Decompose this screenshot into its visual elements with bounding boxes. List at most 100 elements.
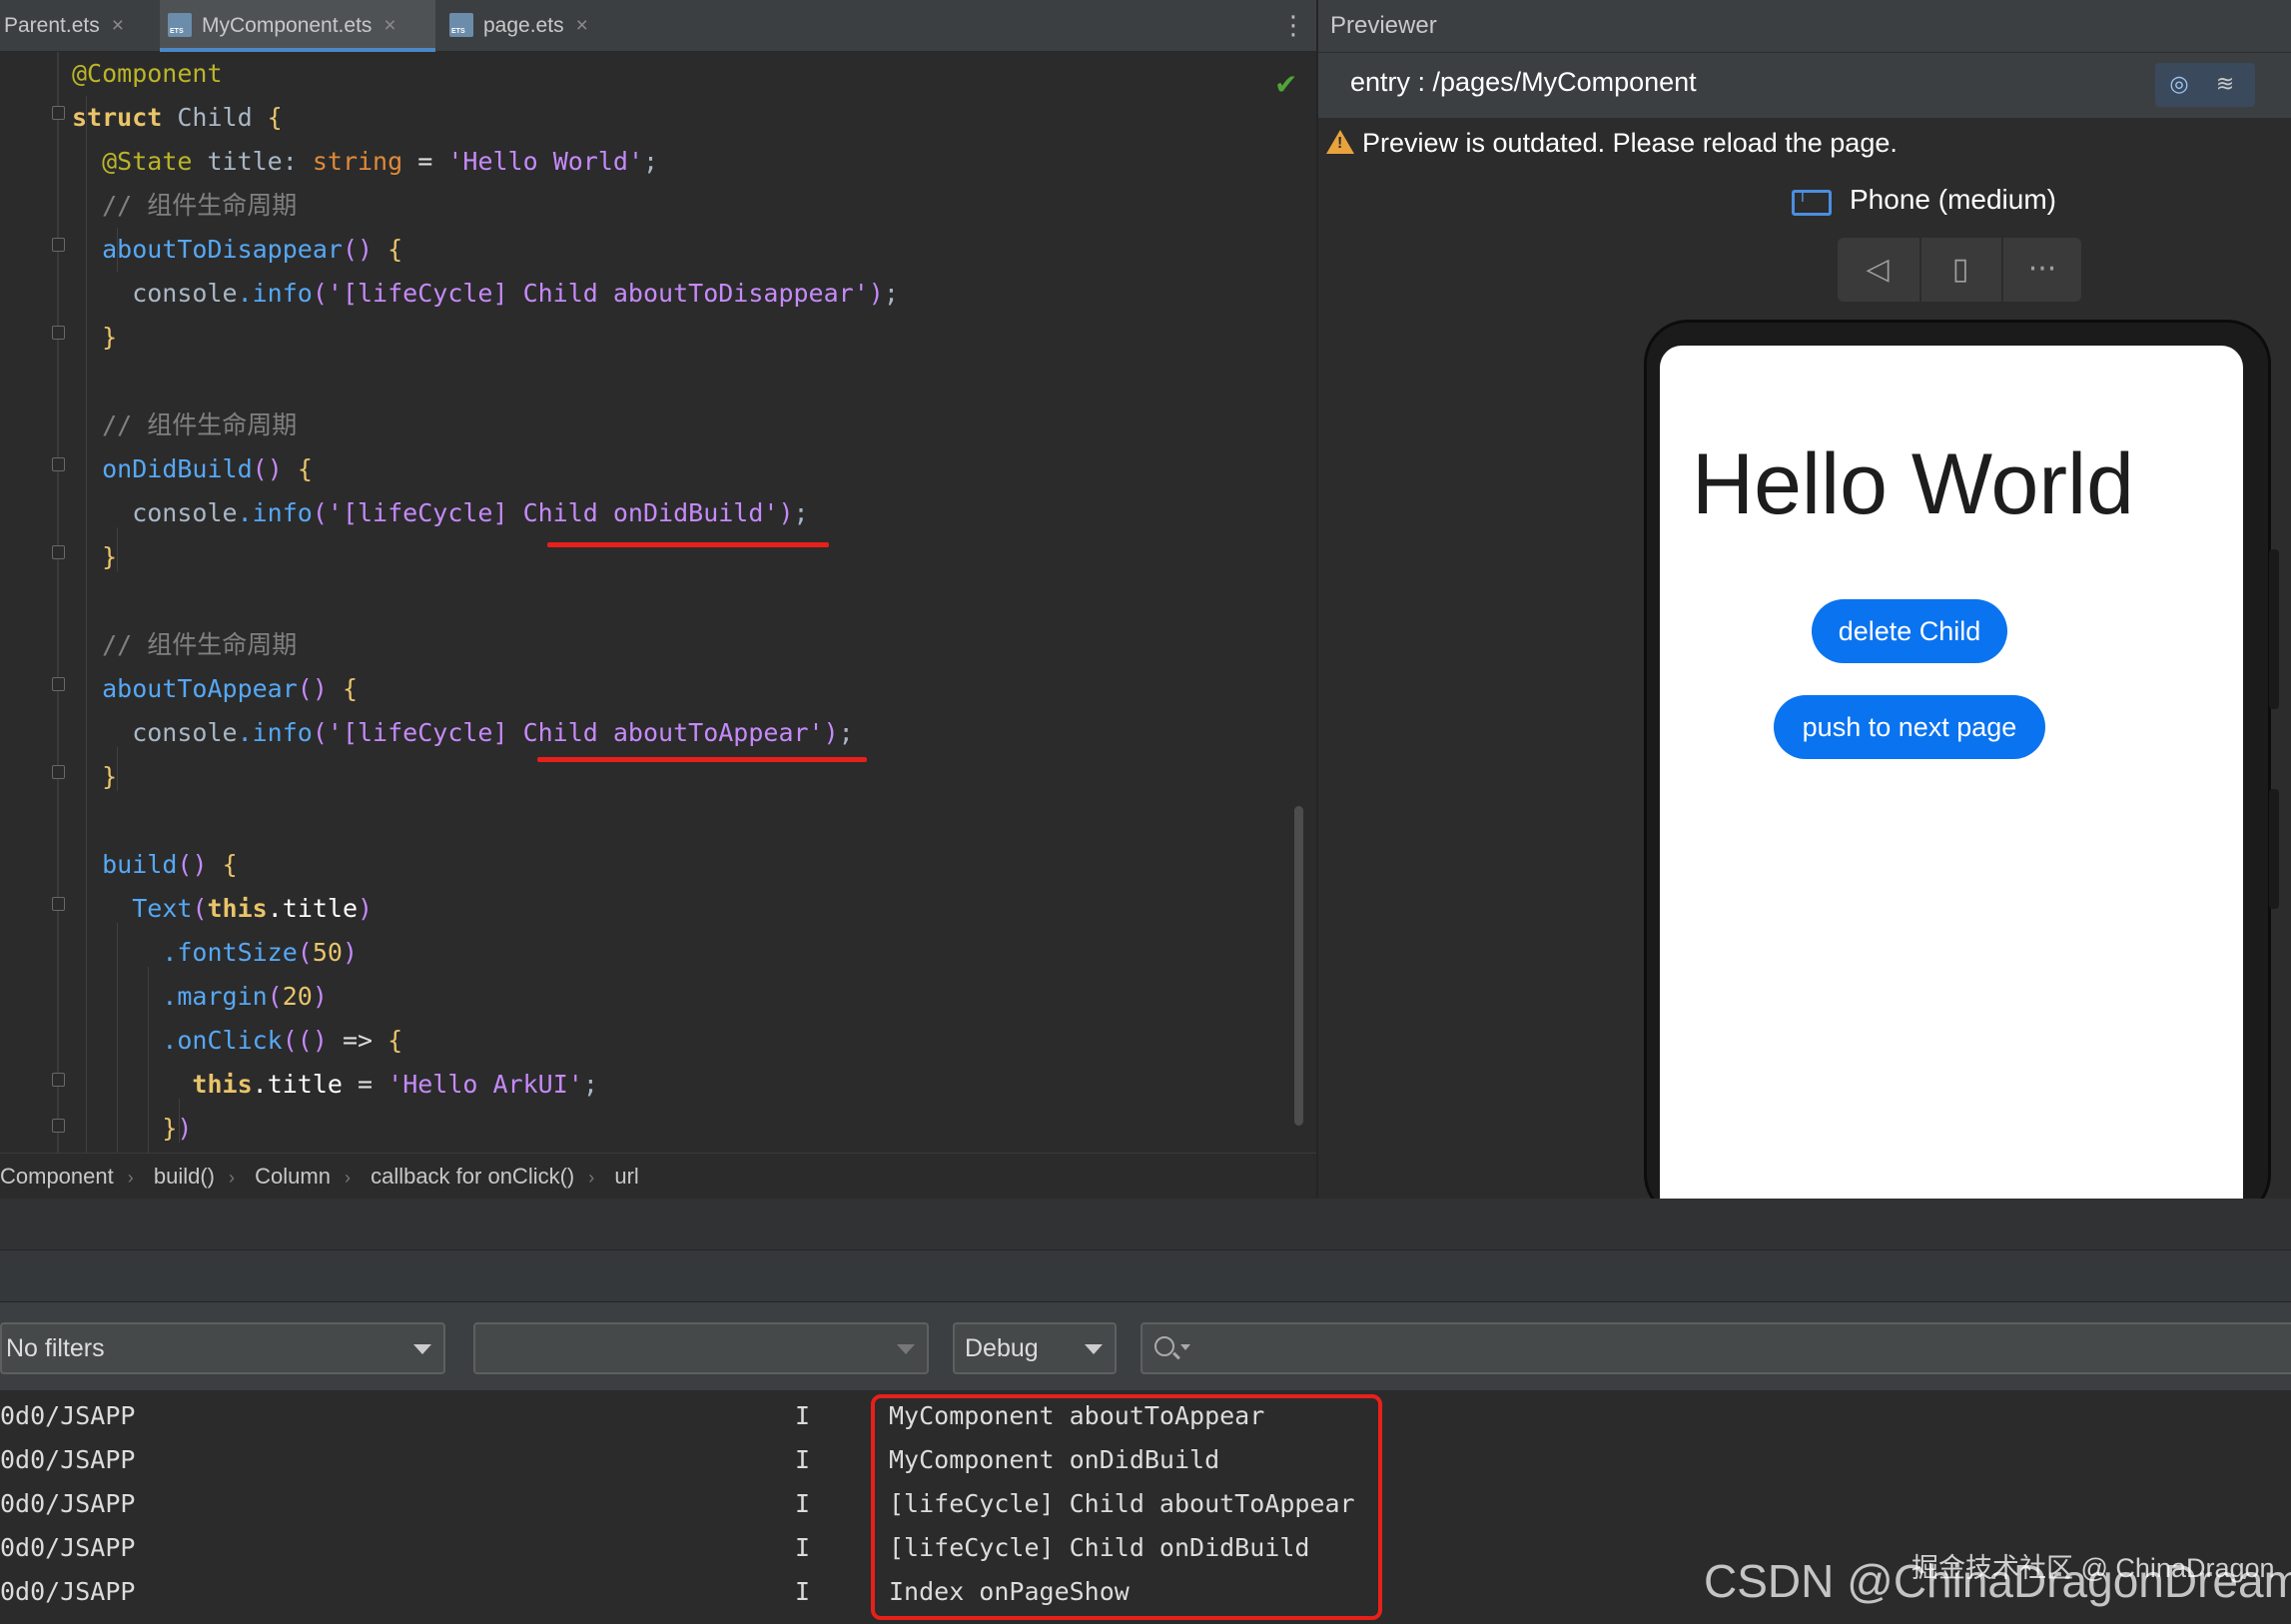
log-level: I bbox=[795, 1445, 811, 1474]
tab-label: page.ets bbox=[483, 14, 564, 37]
fold-marker[interactable] bbox=[52, 897, 65, 911]
code-line: // 组件生命周期 bbox=[72, 410, 298, 439]
device-name: Phone (medium) bbox=[1850, 184, 2056, 215]
gutter-divider bbox=[57, 52, 59, 1153]
code-line: Text(this.title) bbox=[132, 894, 374, 923]
log-level: I bbox=[795, 1489, 811, 1518]
warning-text: Preview is outdated. Please reload the p… bbox=[1362, 128, 1898, 158]
log-tag: 0d0/JSAPP bbox=[0, 1577, 136, 1606]
code-line: .onClick(() => { bbox=[162, 1026, 403, 1055]
tab-label: MyComponent.ets bbox=[202, 14, 373, 37]
breadcrumb-item[interactable]: callback for onClick() bbox=[371, 1164, 574, 1189]
breadcrumb-item[interactable]: Component bbox=[0, 1164, 114, 1189]
fold-marker[interactable] bbox=[52, 677, 65, 691]
fold-marker[interactable] bbox=[52, 545, 65, 559]
red-highlight-box bbox=[871, 1394, 1382, 1620]
check-icon: ✔ bbox=[1274, 68, 1298, 101]
filter-select-value: No filters bbox=[6, 1334, 105, 1362]
log-tag: 0d0/JSAPP bbox=[0, 1489, 136, 1518]
breadcrumb: Component › build() › Column › callback for… bbox=[0, 1153, 1316, 1199]
fold-marker[interactable] bbox=[52, 238, 65, 252]
breadcrumb-item[interactable]: build() bbox=[154, 1164, 215, 1189]
phone-screen: Hello World delete Child push to next pa… bbox=[1660, 346, 2243, 1199]
filter-select[interactable]: No filters bbox=[0, 1322, 445, 1374]
code-line: } bbox=[102, 762, 118, 791]
search-options-icon[interactable] bbox=[1180, 1344, 1190, 1350]
previewer-toolbar: ◎ ≋ bbox=[2155, 63, 2255, 107]
breadcrumb-item[interactable]: url bbox=[614, 1164, 638, 1189]
close-icon[interactable]: × bbox=[576, 14, 588, 37]
phone-side-button bbox=[2269, 549, 2279, 709]
device-controls: ◁ ▯ ··· bbox=[1838, 238, 2081, 302]
close-icon[interactable]: × bbox=[383, 14, 395, 37]
log-search-input[interactable] bbox=[1141, 1322, 2291, 1374]
log-level-select[interactable]: Debug bbox=[953, 1322, 1117, 1374]
code-line: this.title = 'Hello ArkUI'; bbox=[192, 1070, 598, 1099]
fold-marker[interactable] bbox=[52, 1119, 65, 1133]
code-line: // 组件生命周期 bbox=[72, 191, 298, 220]
code-line: build() { bbox=[102, 850, 238, 879]
inspect-icon[interactable]: ◎ bbox=[2163, 69, 2195, 101]
code-line: .margin(20) bbox=[162, 982, 328, 1011]
breadcrumb-item[interactable]: Column bbox=[255, 1164, 331, 1189]
fold-marker[interactable] bbox=[52, 106, 65, 120]
code-line: @State title: string = 'Hello World'; bbox=[102, 147, 659, 176]
code-line: @Component bbox=[72, 59, 223, 88]
previewer-panel: Previewer entry : /pages/MyComponent ◎ ≋… bbox=[1316, 0, 2291, 1218]
code-line: struct Child { bbox=[72, 103, 283, 132]
layers-icon[interactable]: ≋ bbox=[2209, 69, 2241, 101]
code-line: .fontSize(50) bbox=[162, 938, 359, 967]
tab-page-ets[interactable]: page.ets × bbox=[445, 0, 621, 52]
code-line: console.info('[lifeCycle] Child aboutToA… bbox=[72, 718, 854, 747]
code-editor[interactable]: @Component struct Child { @State title: s… bbox=[0, 52, 1316, 1153]
editor-tab-bar: Parent.ets × MyComponent.ets × page.ets × ⋮ bbox=[0, 0, 1316, 52]
tab-label: Parent.ets bbox=[4, 14, 100, 37]
previewer-title: Previewer bbox=[1330, 12, 1437, 39]
code-line: }) bbox=[162, 1114, 193, 1143]
fold-marker[interactable] bbox=[52, 765, 65, 779]
log-level: I bbox=[795, 1401, 811, 1430]
triangle-back-icon[interactable]: ◁ bbox=[1838, 238, 1917, 302]
code-line: } bbox=[102, 323, 118, 352]
previewer-header: entry : /pages/MyComponent ◎ ≋ bbox=[1318, 52, 2291, 163]
juejin-watermark: 掘金技术社区 @ ChinaDragon bbox=[1911, 1553, 2275, 1583]
log-panel-toolbar bbox=[0, 1250, 2291, 1302]
code-line: aboutToDisappear() { bbox=[102, 235, 403, 264]
code-line: } bbox=[102, 542, 118, 571]
editor-scrollbar[interactable] bbox=[1294, 806, 1303, 1126]
process-select[interactable] bbox=[473, 1322, 929, 1374]
fold-marker[interactable] bbox=[52, 326, 65, 340]
log-level-value: Debug bbox=[965, 1334, 1039, 1362]
warning-icon bbox=[1326, 130, 1354, 154]
code-line: aboutToAppear() { bbox=[102, 674, 359, 703]
close-icon[interactable]: × bbox=[112, 14, 124, 37]
more-vertical-icon[interactable]: ⋮ bbox=[1280, 10, 1306, 42]
fold-marker[interactable] bbox=[52, 1073, 65, 1087]
code-line: // 组件生命周期 bbox=[72, 630, 298, 659]
chevron-down-icon bbox=[413, 1344, 431, 1354]
log-level: I bbox=[795, 1577, 811, 1606]
log-level: I bbox=[795, 1533, 811, 1562]
red-underline bbox=[547, 542, 829, 547]
rotate-device-icon[interactable]: ▯ bbox=[1919, 238, 1999, 302]
more-horizontal-icon[interactable]: ··· bbox=[2001, 238, 2081, 302]
delete-child-button[interactable]: delete Child bbox=[1812, 599, 2007, 663]
log-filter-bar: No filters Debug bbox=[0, 1302, 2291, 1390]
ets-file-icon bbox=[449, 13, 473, 37]
phone-device-icon bbox=[1792, 189, 1832, 216]
red-underline bbox=[537, 757, 867, 762]
code-line: console.info('[lifeCycle] Child onDidBui… bbox=[72, 498, 809, 527]
push-next-page-button[interactable]: push to next page bbox=[1774, 695, 2045, 759]
entry-path: entry : /pages/MyComponent bbox=[1350, 67, 1697, 97]
tab-mycomponent-ets[interactable]: MyComponent.ets × bbox=[160, 0, 435, 52]
chevron-down-icon bbox=[1085, 1344, 1103, 1354]
tab-parent-ets[interactable]: Parent.ets × bbox=[0, 0, 156, 52]
fold-marker[interactable] bbox=[52, 457, 65, 471]
outdated-warning-bar: Preview is outdated. Please reload the p… bbox=[1318, 118, 2291, 170]
log-panel-header bbox=[0, 1199, 2291, 1250]
phone-side-button bbox=[2269, 789, 2279, 909]
log-tag: 0d0/JSAPP bbox=[0, 1401, 136, 1430]
log-tag: 0d0/JSAPP bbox=[0, 1445, 136, 1474]
code-line: console.info('[lifeCycle] Child aboutToD… bbox=[72, 279, 899, 308]
hello-text[interactable]: Hello World bbox=[1692, 435, 2134, 534]
